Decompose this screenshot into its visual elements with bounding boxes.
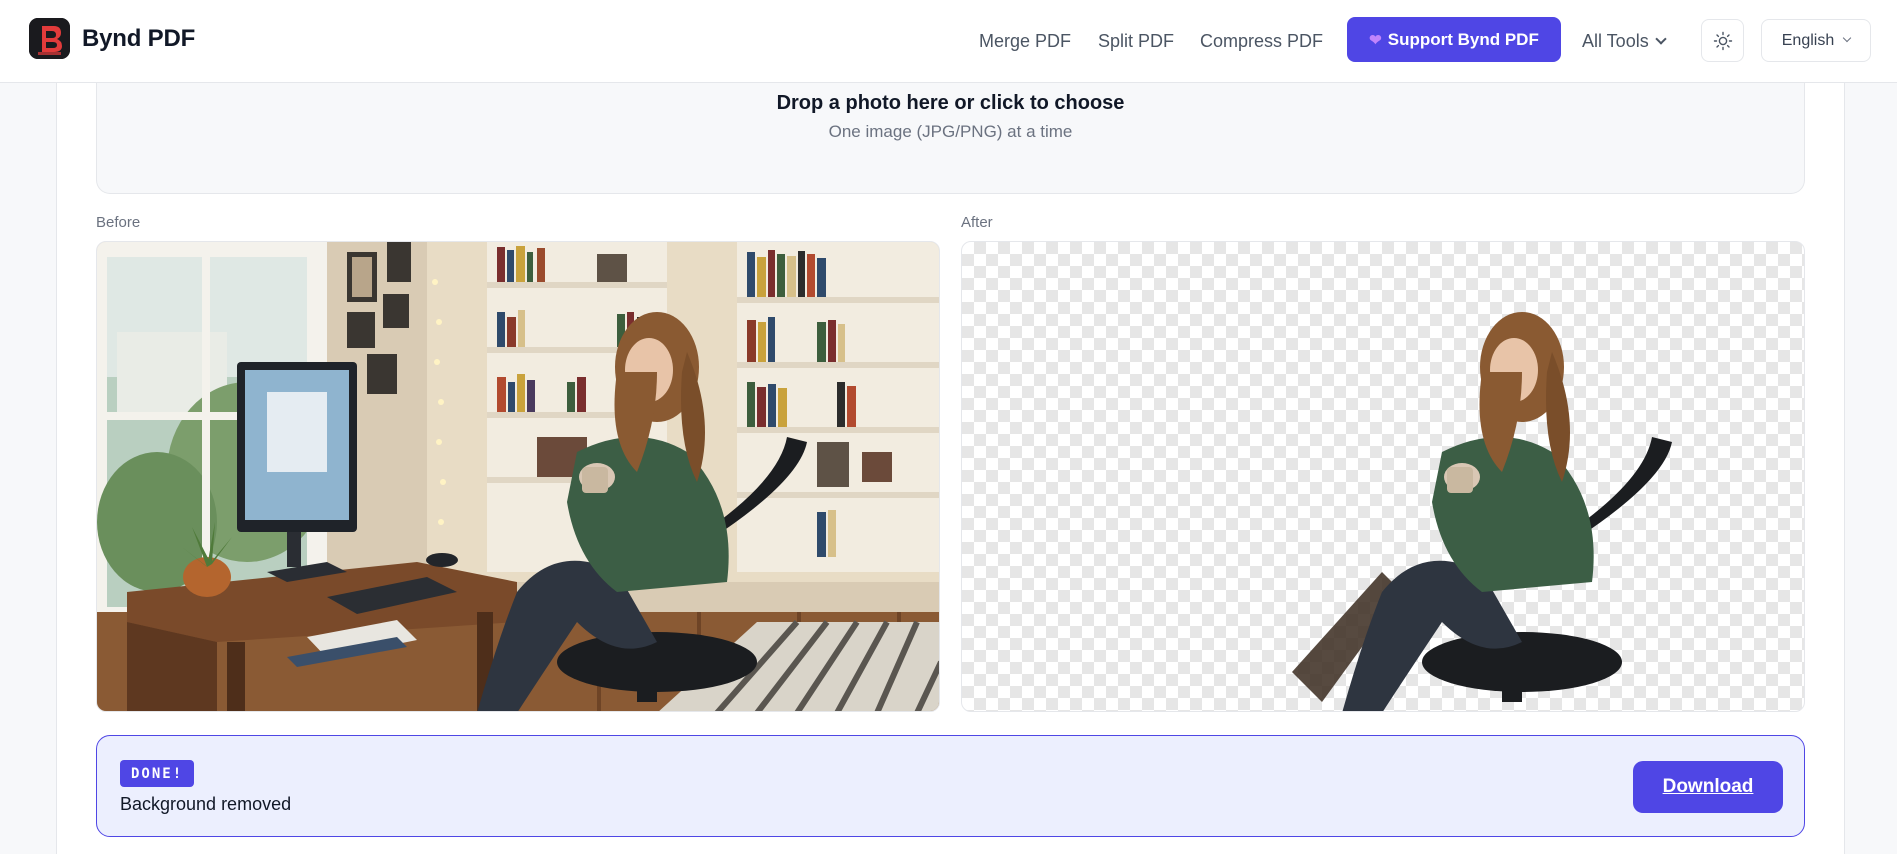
nav-merge-pdf[interactable]: Merge PDF — [979, 0, 1071, 83]
before-image — [96, 241, 940, 712]
bynd-pdf-logo-icon — [29, 18, 70, 59]
nav-compress-pdf-label[interactable]: Compress PDF — [1200, 31, 1323, 52]
after-image — [961, 241, 1805, 712]
done-badge: DONE! — [120, 760, 195, 787]
dropzone-title: Drop a photo here or click to choose — [776, 92, 1125, 114]
after-label: After — [961, 214, 993, 231]
before-label: Before — [96, 214, 141, 231]
language-select-value: English — [1781, 31, 1835, 49]
nav-compress-pdf[interactable]: Compress PDF — [1200, 0, 1323, 83]
support-button-label: Support Bynd PDF — [1387, 29, 1539, 49]
download-button[interactable]: Download — [1633, 761, 1783, 813]
chevron-down-icon — [1842, 33, 1852, 43]
sun-icon — [1713, 31, 1732, 50]
theme-toggle-button[interactable] — [1701, 19, 1744, 62]
status-message: Background removed — [120, 794, 292, 814]
all-tools-label: All Tools — [1582, 31, 1649, 51]
nav-split-pdf-label[interactable]: Split PDF — [1098, 31, 1174, 52]
top-header: Bynd PDF Merge PDF Split PDF Compress PD… — [0, 0, 1897, 83]
nav-split-pdf[interactable]: Split PDF — [1098, 0, 1174, 83]
chevron-down-icon — [1655, 33, 1667, 45]
brand-name: Bynd PDF — [82, 24, 196, 52]
all-tools-dropdown[interactable]: All Tools — [1582, 0, 1667, 83]
support-button[interactable]: ❤ Support Bynd PDF — [1347, 17, 1561, 62]
nav-merge-pdf-label[interactable]: Merge PDF — [979, 31, 1071, 52]
language-select[interactable]: English — [1761, 19, 1871, 62]
purple-heart-icon: ❤ — [1369, 31, 1382, 49]
dropzone-subtitle: One image (JPG/PNG) at a time — [828, 122, 1073, 141]
status-panel: DONE! Background removed Download — [96, 735, 1805, 837]
brand[interactable]: Bynd PDF — [29, 18, 195, 59]
